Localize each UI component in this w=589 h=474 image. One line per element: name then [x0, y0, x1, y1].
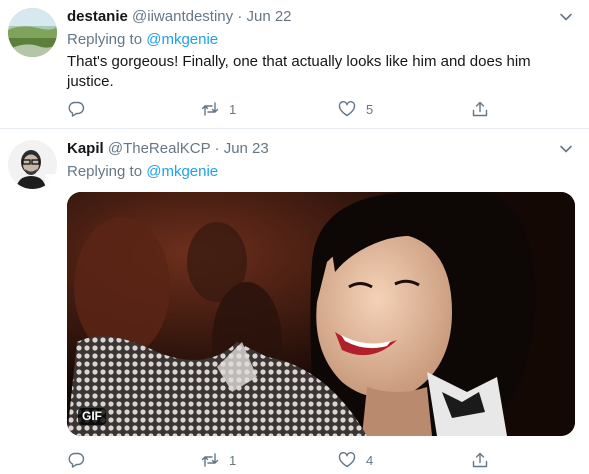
- tweet-header: destanie @iiwantdestiny · Jun 22: [67, 6, 579, 28]
- display-name[interactable]: destanie: [67, 8, 128, 25]
- like-count: 4: [366, 452, 374, 468]
- replying-to: Replying to @mkgenie: [67, 162, 579, 182]
- retweet-count: 1: [229, 101, 237, 117]
- retweet-button[interactable]: 1: [201, 450, 236, 470]
- user-handle[interactable]: @TheRealKCP: [108, 140, 211, 157]
- like-button[interactable]: 4: [338, 450, 373, 470]
- like-count: 5: [366, 101, 374, 117]
- mention-link[interactable]: @mkgenie: [146, 31, 218, 48]
- separator-dot: ·: [237, 8, 243, 25]
- like-icon: [338, 101, 356, 117]
- tweet-text: That's gorgeous! Finally, one that actua…: [67, 53, 531, 90]
- retweet-count: 1: [229, 452, 237, 468]
- replying-to-label: Replying to: [67, 163, 143, 180]
- share-icon: [472, 452, 488, 468]
- tweet-date[interactable]: Jun 22: [246, 8, 291, 25]
- like-icon: [338, 452, 356, 468]
- tweet-header: Kapil @TheRealKCP · Jun 23: [67, 138, 579, 160]
- like-button[interactable]: 5: [338, 99, 373, 119]
- replying-to: Replying to @mkgenie: [67, 30, 579, 50]
- tweet-kapil[interactable]: Kapil @TheRealKCP · Jun 23 Replying to @…: [0, 129, 589, 474]
- retweet-icon: [201, 102, 219, 116]
- reply-icon: [68, 452, 85, 468]
- replying-to-label: Replying to: [67, 31, 143, 48]
- user-handle[interactable]: @iiwantdestiny: [132, 8, 233, 25]
- tweet-date[interactable]: Jun 23: [224, 140, 269, 157]
- display-name[interactable]: Kapil: [67, 140, 104, 157]
- share-icon: [472, 101, 488, 117]
- tweet-actions: 1 5: [67, 99, 507, 119]
- chevron-down-icon[interactable]: [559, 142, 573, 156]
- reply-button[interactable]: [67, 450, 85, 470]
- retweet-icon: [201, 453, 219, 467]
- gif-media[interactable]: GIF: [67, 192, 575, 436]
- avatar[interactable]: [8, 8, 57, 57]
- gif-badge: GIF: [78, 408, 106, 425]
- retweet-button[interactable]: 1: [201, 99, 236, 119]
- gif-image: [67, 192, 575, 436]
- tweet-destanie[interactable]: destanie @iiwantdestiny · Jun 22 Replyin…: [0, 0, 589, 129]
- share-button[interactable]: [471, 99, 489, 119]
- mention-link[interactable]: @mkgenie: [146, 163, 218, 180]
- avatar[interactable]: [8, 140, 57, 189]
- reply-icon: [68, 101, 85, 117]
- separator-dot: ·: [214, 140, 220, 157]
- share-button[interactable]: [471, 450, 489, 470]
- reply-button[interactable]: [67, 99, 85, 119]
- tweet-actions: 1 4: [67, 450, 507, 470]
- chevron-down-icon[interactable]: [559, 10, 573, 24]
